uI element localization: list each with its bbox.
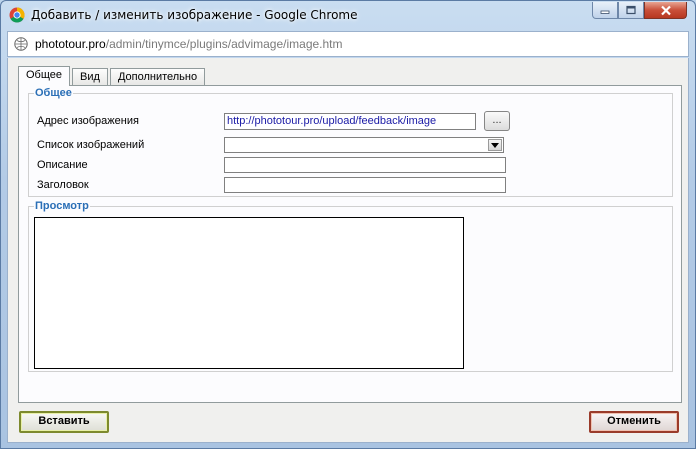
dialog-content: Общее Вид Дополнительно Общее Адрес изоб… — [7, 58, 689, 443]
tab-advanced[interactable]: Дополнительно — [109, 68, 206, 86]
close-button[interactable] — [644, 2, 687, 19]
tab-panel-general: Общее Адрес изображения http://phototour… — [18, 85, 682, 403]
address-bar[interactable]: phototour.pro/admin/tinymce/plugins/advi… — [7, 31, 689, 57]
minimize-icon — [600, 10, 610, 14]
tab-appearance[interactable]: Вид — [72, 68, 108, 86]
general-legend: Общее — [35, 87, 72, 99]
minimize-button[interactable] — [592, 2, 618, 19]
chrome-icon — [9, 7, 25, 23]
preview-area — [34, 217, 464, 369]
window-controls — [592, 2, 687, 19]
browser-window: Добавить / изменить изображение - Google… — [0, 0, 696, 449]
tab-general[interactable]: Общее — [18, 66, 71, 86]
description-input[interactable] — [224, 157, 506, 173]
browse-button[interactable]: ... — [484, 111, 510, 131]
title-bar: Добавить / изменить изображение - Google… — [1, 1, 695, 31]
image-url-input[interactable]: http://phototour.pro/upload/feedback/ima… — [224, 113, 476, 130]
image-list-select[interactable] — [224, 137, 504, 153]
insert-button[interactable]: Вставить — [19, 411, 109, 433]
cancel-button[interactable]: Отменить — [589, 411, 679, 433]
page-icon — [14, 37, 28, 51]
window-title: Добавить / изменить изображение - Google… — [31, 8, 358, 22]
chevron-down-icon — [491, 142, 499, 148]
preview-legend: Просмотр — [35, 200, 89, 212]
close-icon — [660, 5, 671, 15]
title-input[interactable] — [224, 177, 506, 193]
tab-bar: Общее Вид Дополнительно — [18, 66, 207, 86]
maximize-icon — [626, 5, 636, 15]
image-url-label: Адрес изображения — [37, 115, 139, 127]
title-label: Заголовок — [37, 179, 89, 191]
maximize-button[interactable] — [618, 2, 644, 19]
description-label: Описание — [37, 159, 88, 171]
dropdown-arrow[interactable] — [488, 139, 502, 151]
url-path: /admin/tinymce/plugins/advimage/image.ht… — [105, 37, 343, 51]
url-host: phototour.pro — [35, 37, 106, 51]
url-text[interactable]: phototour.pro/admin/tinymce/plugins/advi… — [35, 37, 343, 51]
image-list-label: Список изображений — [37, 139, 145, 151]
